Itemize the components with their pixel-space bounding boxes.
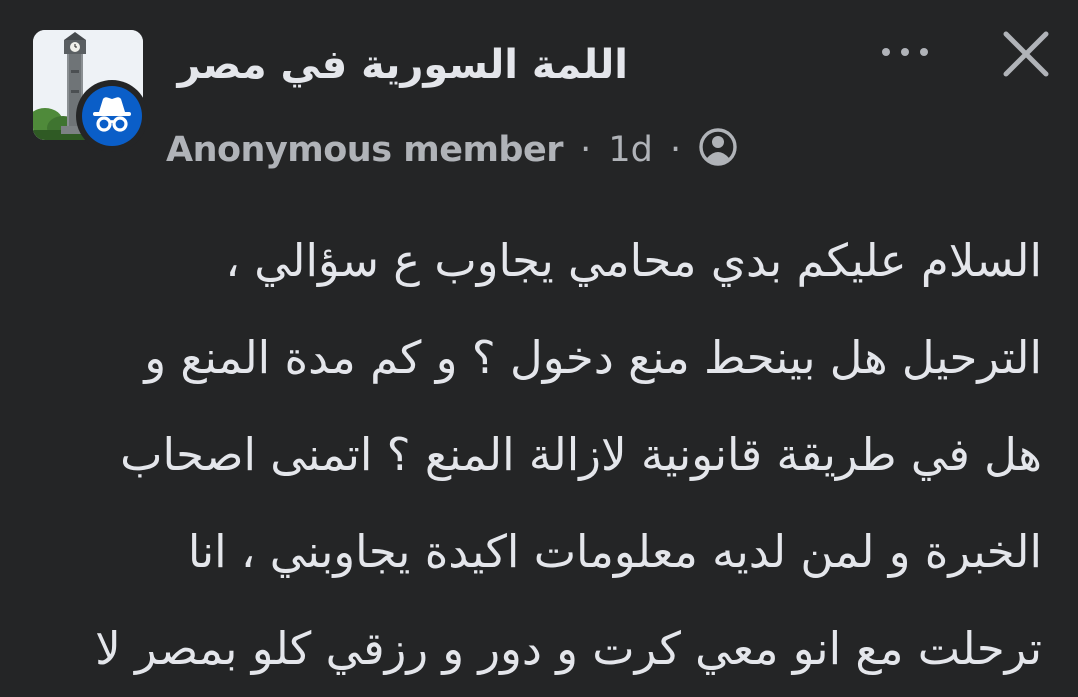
close-icon (1003, 31, 1049, 77)
post-body-line: الخبرة و لمن لديه معلومات اكيدة يجاوبني … (187, 525, 1042, 578)
post-body-line: هل في طريقة قانونية لازالة المنع ؟ اتمنى… (120, 428, 1042, 481)
post-body-line: السلام عليكم بدي محامي يجاوب ع سؤالي ، (225, 234, 1042, 287)
meta-separator: · (670, 130, 682, 170)
meta-separator: · (580, 130, 592, 170)
post-time[interactable]: 1d (608, 130, 653, 170)
post-meta: Anonymous member · 1d · (166, 122, 738, 178)
post-header: اللمة السورية في مصر Anonymous member · … (0, 0, 1078, 180)
more-options-button[interactable] (870, 28, 940, 76)
group-name[interactable]: اللمة السورية في مصر (178, 30, 628, 100)
post-body-line: الترحيل هل بينحط منع دخول ؟ و كم مدة الم… (144, 331, 1042, 384)
post-card: اللمة السورية في مصر Anonymous member · … (0, 0, 1078, 679)
close-button[interactable] (996, 24, 1056, 84)
post-body: السلام عليكم بدي محامي يجاوب ع سؤالي ، ا… (32, 212, 1042, 697)
author-name[interactable]: Anonymous member (166, 130, 563, 170)
anonymous-badge (76, 80, 148, 152)
post-body-line: ترحلت مع انو معي كرت و دور و رزقي كلو بم… (95, 622, 1042, 675)
more-options-icon (882, 48, 890, 56)
incognito-icon (93, 97, 131, 132)
public-icon[interactable] (698, 127, 738, 167)
